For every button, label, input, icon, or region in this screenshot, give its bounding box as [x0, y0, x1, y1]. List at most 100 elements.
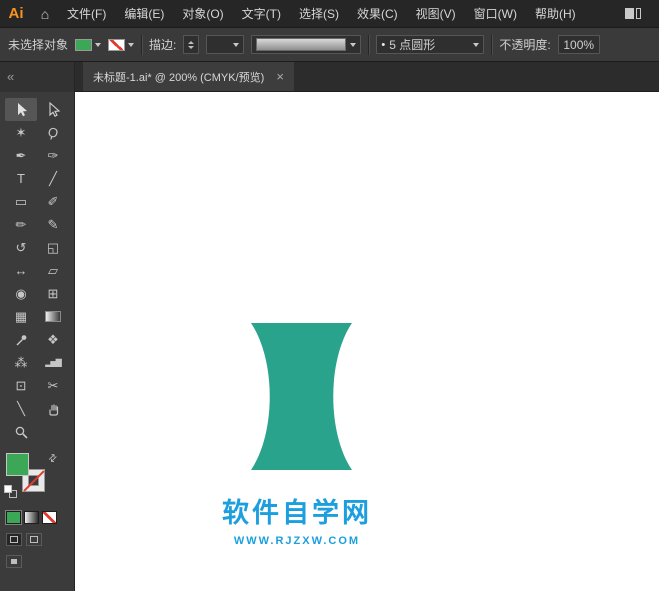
- stroke-weight-dropdown[interactable]: [206, 35, 245, 54]
- tool-perspective-grid[interactable]: ⊞: [37, 282, 69, 305]
- menu-file[interactable]: 文件(F): [58, 0, 115, 28]
- menu-object[interactable]: 对象(O): [173, 0, 232, 28]
- paintbrush-icon: ✐: [47, 194, 59, 209]
- opacity-label: 不透明度:: [499, 38, 551, 52]
- none-button[interactable]: [42, 511, 57, 524]
- width-profile-dropdown[interactable]: [251, 35, 362, 54]
- shape-builder-icon: ◉: [15, 286, 27, 301]
- rectangle-icon: ▭: [14, 194, 28, 209]
- screen-mode-button[interactable]: [6, 555, 22, 568]
- menu-window[interactable]: 窗口(W): [465, 0, 526, 28]
- tool-direct-selection[interactable]: [37, 98, 69, 121]
- tool-selection[interactable]: [5, 98, 37, 121]
- tools-grid: ✶ Ϙ ✒ ✑ T ╱ ▭ ✐ ✏ ✎ ↺ ◱ ↔ ▱ ◉ ⊞ ▦ ❖ ⁂ ▂▅…: [0, 92, 74, 443]
- watermark-text[interactable]: 软件自学网 WWW.RJZXW.COM: [222, 491, 372, 547]
- blend-icon: ❖: [47, 332, 59, 347]
- workspace-icon-pane-2: [636, 8, 641, 19]
- column-graph-icon: ▂▅▇: [45, 357, 62, 367]
- menu-edit[interactable]: 编辑(E): [115, 0, 173, 28]
- tool-column-graph[interactable]: ▂▅▇: [37, 351, 69, 374]
- tool-shaper[interactable]: ✎: [37, 213, 69, 236]
- slice-icon: ✂: [47, 378, 59, 393]
- tool-gradient[interactable]: [37, 305, 69, 328]
- brush-preview-icon: •: [381, 38, 386, 51]
- magic-wand-icon: ✶: [15, 125, 27, 140]
- tool-pen[interactable]: ✒: [5, 144, 37, 167]
- menu-help[interactable]: 帮助(H): [526, 0, 585, 28]
- eyedropper-icon: [16, 334, 27, 345]
- tool-knife[interactable]: ╲: [5, 397, 37, 420]
- pen-icon: ✒: [15, 148, 27, 163]
- brush-definition-dropdown[interactable]: • 5 点圆形: [376, 35, 485, 54]
- menu-view[interactable]: 视图(V): [407, 0, 465, 28]
- workspace-switcher-icon[interactable]: [625, 8, 641, 19]
- collapse-panel-icon[interactable]: «: [7, 69, 14, 84]
- divider: [141, 34, 143, 55]
- fill-color-swatch[interactable]: [6, 453, 29, 476]
- draw-behind-button[interactable]: [26, 533, 42, 546]
- tool-mesh[interactable]: ▦: [5, 305, 37, 328]
- paint-mode-row: [5, 510, 74, 525]
- line-segment-icon: ╱: [49, 171, 57, 186]
- tool-magic-wand[interactable]: ✶: [5, 121, 37, 144]
- knife-icon: ╲: [17, 401, 25, 416]
- opacity-field[interactable]: 100%: [557, 35, 600, 54]
- tool-rotate[interactable]: ↺: [5, 236, 37, 259]
- opacity-value: 100%: [563, 37, 595, 52]
- menu-bar: Ai ⌂ 文件(F) 编辑(E) 对象(O) 文字(T) 选择(S) 效果(C)…: [0, 0, 659, 28]
- tool-lasso[interactable]: Ϙ: [37, 121, 69, 144]
- stroke-weight-field[interactable]: [183, 35, 200, 54]
- tool-shape-builder[interactable]: ◉: [5, 282, 37, 305]
- artboard[interactable]: 软件自学网 WWW.RJZXW.COM: [75, 92, 659, 591]
- chevron-down-icon: [350, 42, 357, 47]
- tool-width[interactable]: ↔: [5, 259, 37, 282]
- close-icon[interactable]: ×: [276, 70, 284, 83]
- menu-select[interactable]: 选择(S): [290, 0, 348, 28]
- illustrator-window: Ai ⌂ 文件(F) 编辑(E) 对象(O) 文字(T) 选择(S) 效果(C)…: [0, 0, 659, 591]
- tool-scale[interactable]: ◱: [37, 236, 69, 259]
- tool-free-transform[interactable]: ▱: [37, 259, 69, 282]
- width-tool-icon: ↔: [14, 263, 28, 278]
- pencil-icon: ✏: [15, 217, 27, 232]
- menu-type[interactable]: 文字(T): [233, 0, 290, 28]
- lasso-icon: Ϙ: [45, 123, 61, 142]
- tool-blend[interactable]: ❖: [37, 328, 69, 351]
- scale-icon: ◱: [46, 240, 60, 255]
- tool-line-segment[interactable]: ╱: [37, 167, 69, 190]
- tool-rectangle[interactable]: ▭: [5, 190, 37, 213]
- tool-paintbrush[interactable]: ✐: [37, 190, 69, 213]
- home-icon[interactable]: ⌂: [32, 6, 58, 22]
- tool-artboard[interactable]: ⊡: [5, 374, 37, 397]
- uniform-profile-preview: [256, 38, 347, 51]
- tool-type[interactable]: T: [5, 167, 37, 190]
- tool-curvature[interactable]: ✑: [37, 144, 69, 167]
- fill-color-dropdown[interactable]: [75, 38, 102, 51]
- type-icon: T: [17, 171, 25, 186]
- control-bar: 未选择对象 描边: • 5 点圆形 不透明度: 100%: [0, 28, 659, 62]
- tool-symbol-sprayer[interactable]: ⁂: [5, 351, 37, 374]
- spin-down-icon: [188, 45, 195, 49]
- color-button[interactable]: [5, 510, 22, 525]
- stroke-color-dropdown[interactable]: [108, 38, 135, 51]
- document-tab[interactable]: 未标题-1.ai* @ 200% (CMYK/预览) ×: [83, 62, 294, 91]
- watermark-subtitle: WWW.RJZXW.COM: [233, 535, 361, 547]
- default-fill-mini: [4, 485, 12, 493]
- concave-rectangle-shape[interactable]: [251, 323, 352, 470]
- stepper-icon[interactable]: [188, 40, 195, 49]
- tool-pencil[interactable]: ✏: [5, 213, 37, 236]
- gradient-button[interactable]: [24, 511, 39, 524]
- menu-effect[interactable]: 效果(C): [348, 0, 407, 28]
- swap-fill-stroke-icon[interactable]: ⇄: [46, 452, 60, 466]
- default-fill-stroke-icon[interactable]: [4, 485, 19, 500]
- draw-normal-button[interactable]: [6, 533, 22, 546]
- chevron-down-icon: [233, 42, 240, 47]
- tool-eyedropper[interactable]: [5, 328, 37, 351]
- spin-up-icon: [188, 40, 195, 44]
- artboard-icon: ⊡: [15, 378, 27, 393]
- direct-selection-arrow-icon: [48, 102, 60, 117]
- tool-slice[interactable]: ✂: [37, 374, 69, 397]
- document-tab-title: 未标题-1.ai* @ 200% (CMYK/预览): [93, 71, 265, 84]
- fill-stroke-cluster: ⇄: [0, 451, 74, 505]
- tool-hand[interactable]: [37, 397, 69, 420]
- tool-zoom[interactable]: [5, 420, 37, 443]
